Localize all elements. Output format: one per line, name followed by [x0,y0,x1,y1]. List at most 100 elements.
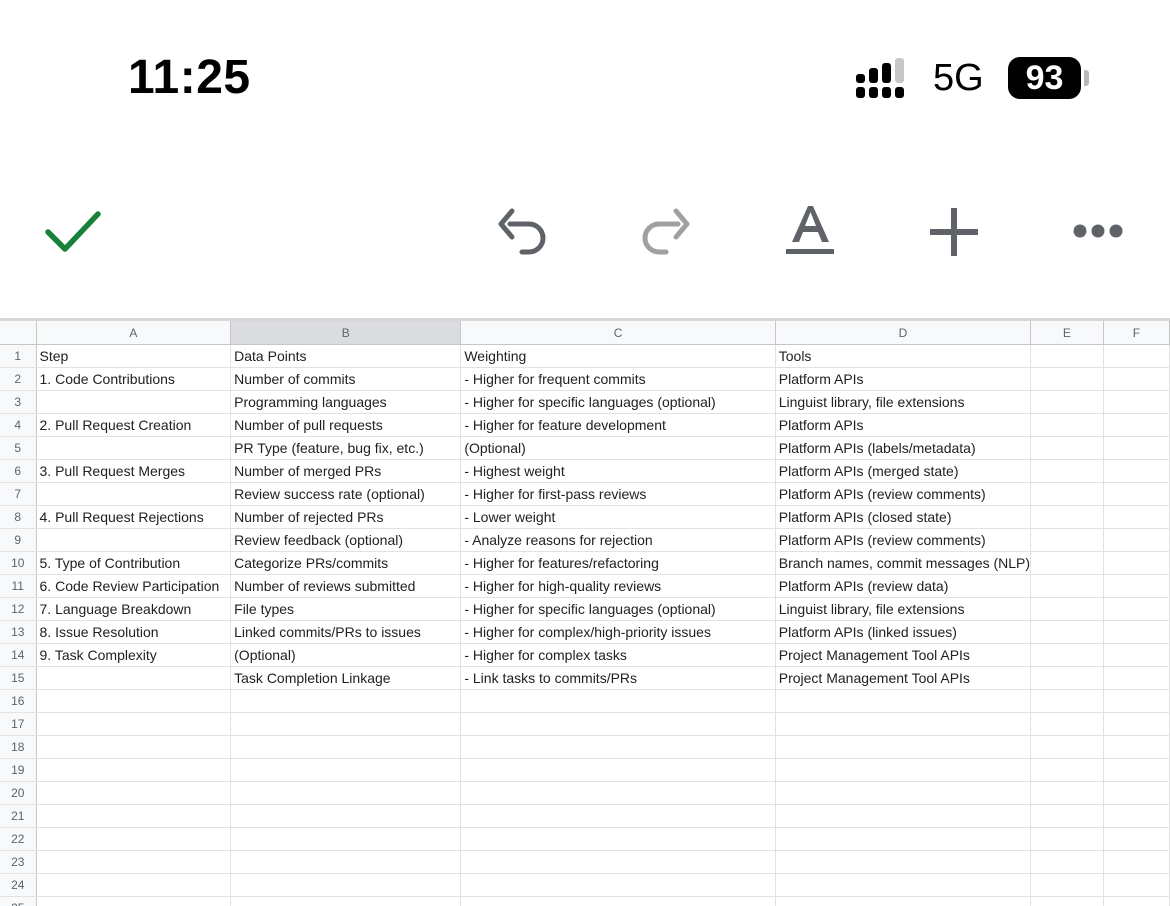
cell-b1[interactable]: Data Points [231,345,461,368]
cell-f10[interactable] [1103,552,1169,575]
cell-d12[interactable]: Linguist library, file extensions [775,598,1030,621]
row-header[interactable]: 5 [0,437,36,460]
cell-d5[interactable]: Platform APIs (labels/metadata) [775,437,1030,460]
column-header-e[interactable]: E [1031,321,1104,345]
cell-d11[interactable]: Platform APIs (review data) [775,575,1030,598]
row-header[interactable]: 13 [0,621,36,644]
cell-b18[interactable] [231,736,461,759]
cell-c23[interactable] [461,851,775,874]
cell-a24[interactable] [36,874,231,897]
cell-e6[interactable] [1031,460,1104,483]
cell-b3[interactable]: Programming languages [231,391,461,414]
row-header[interactable]: 19 [0,759,36,782]
row-header[interactable]: 23 [0,851,36,874]
cell-f13[interactable] [1103,621,1169,644]
cell-c10[interactable]: - Higher for features/refactoring [461,552,775,575]
cell-e8[interactable] [1031,506,1104,529]
cell-f20[interactable] [1103,782,1169,805]
row-header[interactable]: 17 [0,713,36,736]
row-header[interactable]: 9 [0,529,36,552]
row-header[interactable]: 16 [0,690,36,713]
text-format-icon[interactable] [784,204,836,258]
cell-e14[interactable] [1031,644,1104,667]
cell-a25[interactable] [36,897,231,906]
cell-c6[interactable]: - Highest weight [461,460,775,483]
more-icon[interactable] [1072,222,1124,240]
undo-icon[interactable] [496,204,550,256]
cell-a9[interactable] [36,529,231,552]
row-header[interactable]: 25 [0,897,36,906]
cell-e12[interactable] [1031,598,1104,621]
cell-e15[interactable] [1031,667,1104,690]
cell-a7[interactable] [36,483,231,506]
cell-e10[interactable] [1031,552,1104,575]
cell-f15[interactable] [1103,667,1169,690]
cell-b2[interactable]: Number of commits [231,368,461,391]
cell-e24[interactable] [1031,874,1104,897]
row-header[interactable]: 21 [0,805,36,828]
cell-d2[interactable]: Platform APIs [775,368,1030,391]
cell-c2[interactable]: - Higher for frequent commits [461,368,775,391]
plus-icon[interactable] [928,206,980,258]
cell-a5[interactable] [36,437,231,460]
row-header[interactable]: 8 [0,506,36,529]
cell-e3[interactable] [1031,391,1104,414]
select-all-corner[interactable] [0,321,36,345]
cell-c17[interactable] [461,713,775,736]
cell-d23[interactable] [775,851,1030,874]
cell-c22[interactable] [461,828,775,851]
cell-c16[interactable] [461,690,775,713]
cell-e25[interactable] [1031,897,1104,906]
cell-b24[interactable] [231,874,461,897]
cell-e16[interactable] [1031,690,1104,713]
cell-a6[interactable]: 3. Pull Request Merges [36,460,231,483]
cell-e22[interactable] [1031,828,1104,851]
cell-f1[interactable] [1103,345,1169,368]
cell-c21[interactable] [461,805,775,828]
cell-a10[interactable]: 5. Type of Contribution [36,552,231,575]
column-header-f[interactable]: F [1103,321,1169,345]
cell-e4[interactable] [1031,414,1104,437]
cell-c24[interactable] [461,874,775,897]
redo-icon[interactable] [638,204,692,256]
cell-c12[interactable]: - Higher for specific languages (optiona… [461,598,775,621]
cell-d16[interactable] [775,690,1030,713]
row-header[interactable]: 6 [0,460,36,483]
cell-f5[interactable] [1103,437,1169,460]
cell-c19[interactable] [461,759,775,782]
cell-c8[interactable]: - Lower weight [461,506,775,529]
cell-f25[interactable] [1103,897,1169,906]
cell-b17[interactable] [231,713,461,736]
cell-b4[interactable]: Number of pull requests [231,414,461,437]
cell-f2[interactable] [1103,368,1169,391]
cell-c1[interactable]: Weighting [461,345,775,368]
cell-a18[interactable] [36,736,231,759]
cell-a3[interactable] [36,391,231,414]
cell-d8[interactable]: Platform APIs (closed state) [775,506,1030,529]
cell-c18[interactable] [461,736,775,759]
cell-b12[interactable]: File types [231,598,461,621]
row-header[interactable]: 14 [0,644,36,667]
row-header[interactable]: 4 [0,414,36,437]
cell-e9[interactable] [1031,529,1104,552]
cell-b23[interactable] [231,851,461,874]
cell-e17[interactable] [1031,713,1104,736]
cell-a21[interactable] [36,805,231,828]
cell-c7[interactable]: - Higher for first-pass reviews [461,483,775,506]
checkmark-icon[interactable] [44,208,102,256]
cell-b9[interactable]: Review feedback (optional) [231,529,461,552]
cell-a14[interactable]: 9. Task Complexity [36,644,231,667]
cell-b25[interactable] [231,897,461,906]
cell-c3[interactable]: - Higher for specific languages (optiona… [461,391,775,414]
cell-a22[interactable] [36,828,231,851]
cell-b8[interactable]: Number of rejected PRs [231,506,461,529]
cell-a20[interactable] [36,782,231,805]
cell-c15[interactable]: - Link tasks to commits/PRs [461,667,775,690]
cell-c5[interactable]: (Optional) [461,437,775,460]
cell-c9[interactable]: - Analyze reasons for rejection [461,529,775,552]
cell-e7[interactable] [1031,483,1104,506]
row-header[interactable]: 24 [0,874,36,897]
cell-e13[interactable] [1031,621,1104,644]
cell-a12[interactable]: 7. Language Breakdown [36,598,231,621]
cell-a19[interactable] [36,759,231,782]
